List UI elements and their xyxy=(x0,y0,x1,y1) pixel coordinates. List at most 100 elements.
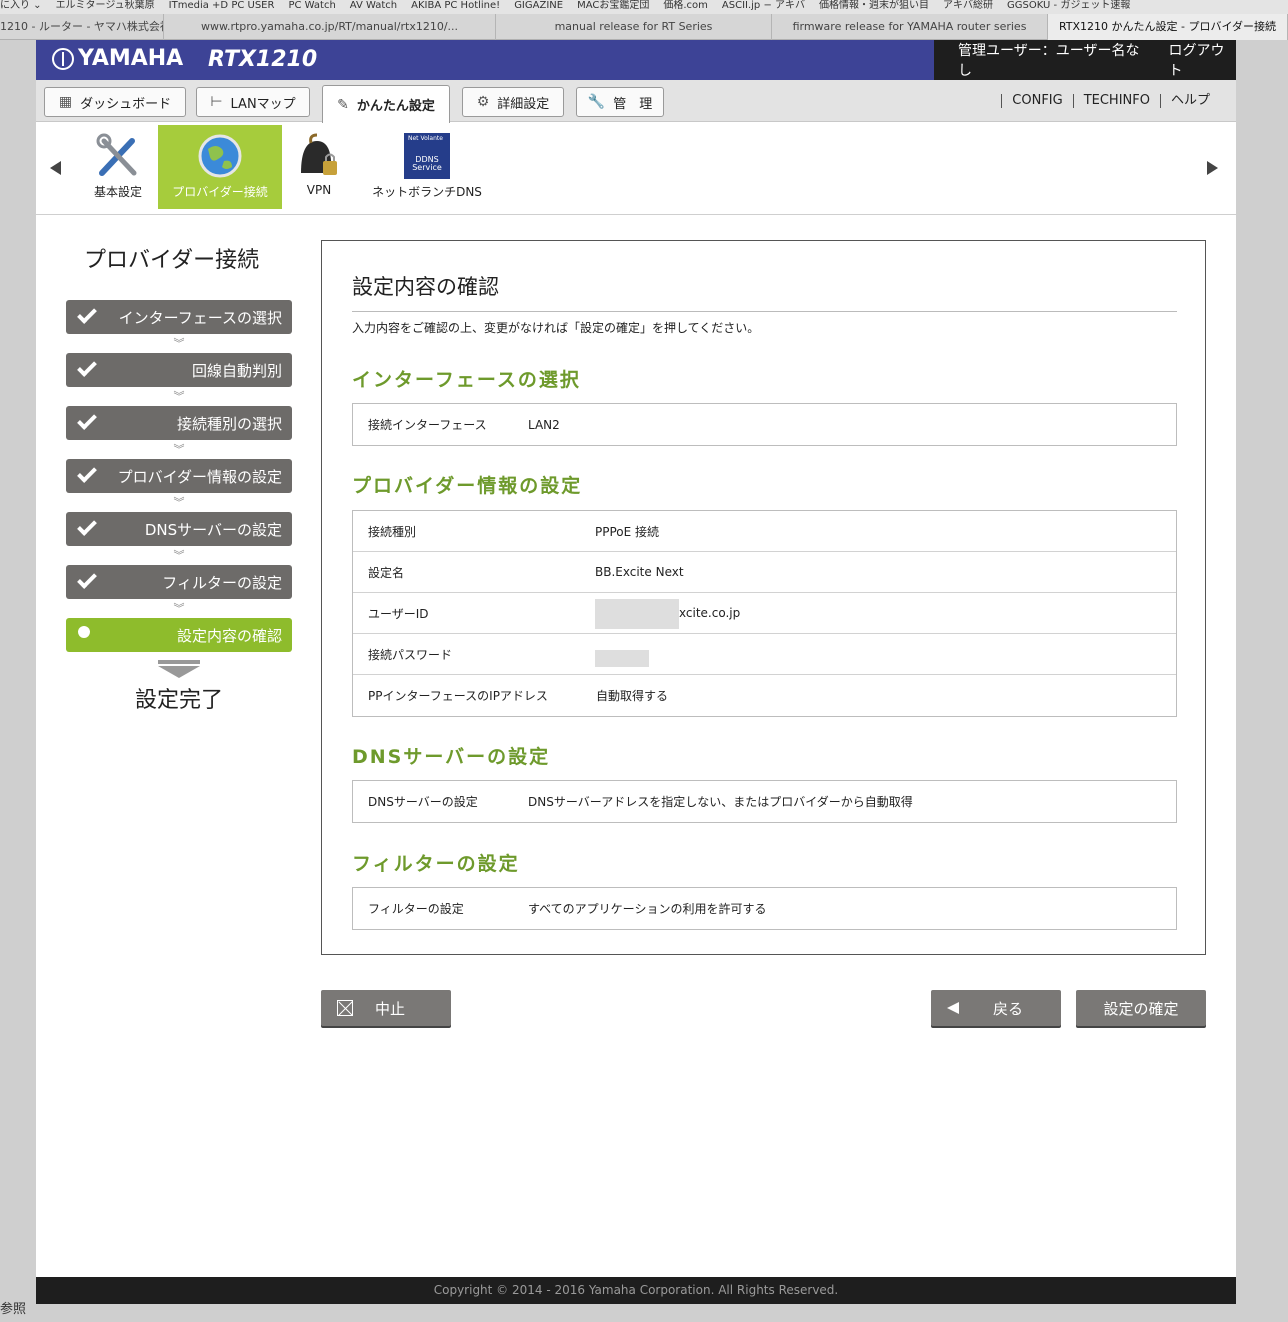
bookmark[interactable]: AV Watch xyxy=(350,0,397,12)
check-icon xyxy=(77,516,97,536)
nav-detail-settings-button[interactable]: ⚙ 詳細設定 xyxy=(462,87,564,117)
wizard-step-current: 設定内容の確認 xyxy=(66,618,292,652)
wizard-icon-bar: 基本設定 プロバイダー接続 VPN Net Volante DDNS Servi… xyxy=(36,123,1236,215)
check-icon xyxy=(77,463,97,483)
check-icon xyxy=(77,410,97,430)
nav-label: ダッシュボード xyxy=(80,96,172,112)
step-label: 設定内容の確認 xyxy=(176,626,282,645)
gear-icon: ⚙ xyxy=(476,94,490,110)
techinfo-link[interactable]: TECHINFO xyxy=(1072,94,1160,108)
step-label: インターフェースの選択 xyxy=(118,308,282,327)
scroll-left-arrow-icon[interactable] xyxy=(50,161,61,175)
bookmark[interactable]: GIGAZINE xyxy=(514,0,563,12)
wizard-label: ネットボランチDNS xyxy=(372,185,482,199)
step-separator-chevron-icon: ︾ xyxy=(173,337,185,350)
config-link[interactable]: CONFIG xyxy=(1001,94,1072,108)
bookmark[interactable]: PC Watch xyxy=(288,0,335,12)
bookmark[interactable]: エルミタージュ秋葉原 xyxy=(56,0,155,12)
check-icon xyxy=(77,357,97,377)
current-user: 管理ユーザー：ユーザー名なし xyxy=(958,43,1140,79)
row-key: 接続インターフェース xyxy=(368,418,487,432)
bookmark[interactable]: 価格情報・週末が狙い目 xyxy=(819,0,929,12)
wizard-step-done: DNSサーバーの設定 xyxy=(66,512,292,546)
vpn-lock-icon xyxy=(295,133,343,179)
wizard-step-done: 接続種別の選択 xyxy=(66,406,292,440)
wizard-final-step: 設定完了 xyxy=(134,688,223,713)
settings-table: 接続種別 PPPoE 接続 設定名 BB.Excite Next ユーザーID … xyxy=(352,510,1177,717)
table-row: 設定名 BB.Excite Next xyxy=(353,552,1176,593)
row-key: PPインターフェースのIPアドレス xyxy=(368,689,548,703)
nav-links: CONFIG TECHINFO ヘルプ xyxy=(1001,94,1220,108)
settings-table: DNSサーバーの設定 DNSサーバーアドレスを指定しない、またはプロバイダーから… xyxy=(352,780,1177,823)
check-icon xyxy=(77,569,97,589)
bookmark[interactable]: 価格.com xyxy=(663,0,708,12)
wizard-provider-connection[interactable]: プロバイダー接続 xyxy=(158,125,282,209)
wizard-steps: インターフェースの選択 ︾ 回線自動判別 ︾ 接続種別の選択 ︾ プロバイダー情… xyxy=(66,300,292,714)
section-heading: フィルターの設定 xyxy=(352,853,520,875)
row-key: 設定名 xyxy=(368,565,405,580)
ddns-icon: Net Volante DDNS Service xyxy=(404,133,450,179)
bookmark[interactable]: に入り ⌄ xyxy=(0,0,42,12)
wizard-step-done: フィルターの設定 xyxy=(66,565,292,599)
step-label: 接続種別の選択 xyxy=(176,414,282,433)
scroll-right-arrow-icon[interactable] xyxy=(1207,161,1218,175)
globe-icon xyxy=(196,133,244,179)
row-value: BB.Excite Next xyxy=(595,565,684,579)
panel-title: 設定内容の確認 xyxy=(352,271,1177,312)
nav-label: LANマップ xyxy=(230,96,296,112)
wizard-step-done: 回線自動判別 xyxy=(66,353,292,387)
table-row: 接続種別 PPPoE 接続 xyxy=(353,511,1176,552)
step-separator-chevron-icon: ︾ xyxy=(173,602,185,615)
bookmark[interactable]: アキバ総研 xyxy=(943,0,993,12)
bookmarks-bar: に入り ⌄ エルミタージュ秋葉原 ITmedia +D PC USER PC Watc… xyxy=(0,0,1288,14)
bookmark[interactable]: MACお宝鑑定団 xyxy=(577,0,649,12)
browser-tab[interactable]: firmware release for YAMAHA router serie… xyxy=(772,14,1048,40)
nav-label: 管 理 xyxy=(613,96,653,112)
wrench-icon: 🔧 xyxy=(587,94,606,110)
browser-tab[interactable]: manual release for RT Series xyxy=(496,14,772,40)
yamaha-emblem-icon xyxy=(52,47,74,70)
wizard-netvolante-dns[interactable]: Net Volante DDNS Service ネットボランチDNS xyxy=(362,125,492,209)
logout-link[interactable]: ログアウト xyxy=(1169,40,1237,80)
browser-tab[interactable]: 1210 - ルーター - ヤマハ株式会社 xyxy=(0,14,164,40)
row-value: LAN2 xyxy=(528,417,560,432)
wizard-title: プロバイダー接続 xyxy=(84,248,260,273)
row-key: フィルターの設定 xyxy=(368,902,464,916)
app-header: YAMAHA RTX1210 管理ユーザー：ユーザー名なし ログアウト xyxy=(36,40,1236,80)
row-value: すべてのアプリケーションの利用を許可する xyxy=(528,902,767,916)
brand-name: YAMAHA xyxy=(78,46,184,71)
ddns-badge-top: Net Volante xyxy=(408,135,443,142)
confirm-settings-button[interactable]: 設定の確定 xyxy=(1076,990,1206,1026)
wizard-vpn[interactable]: VPN xyxy=(292,125,346,209)
back-arrow-icon xyxy=(947,1002,959,1014)
redacted-block xyxy=(595,650,649,667)
bookmark[interactable]: ASCII.jp − アキバ xyxy=(722,0,805,12)
back-button[interactable]: 戻る xyxy=(931,990,1061,1026)
wizard-basic-settings[interactable]: 基本設定 xyxy=(88,125,148,209)
help-link[interactable]: ヘルプ xyxy=(1159,94,1220,108)
step-separator-chevron-icon: ︾ xyxy=(173,549,185,562)
browser-tab-strip: 1210 - ルーター - ヤマハ株式会社 www.rtpro.yamaha.c… xyxy=(0,14,1288,40)
dashboard-icon: ▦ xyxy=(58,94,73,110)
bookmark[interactable]: GGSOKU - ガジェット速報 xyxy=(1007,0,1130,12)
browser-tab[interactable]: www.rtpro.yamaha.co.jp/RT/manual/rtx1210… xyxy=(164,14,496,40)
nav-label: 詳細設定 xyxy=(497,96,550,112)
router-admin-app: YAMAHA RTX1210 管理ユーザー：ユーザー名なし ログアウト ▦ ダッ… xyxy=(36,40,1236,1304)
browser-tab-active[interactable]: RTX1210 かんたん設定 - プロバイダー接続 xyxy=(1048,14,1288,40)
cancel-button[interactable]: 中止 xyxy=(321,990,451,1026)
main-nav: ▦ ダッシュボード ⊢ LANマップ ✎ かんたん設定 ⚙ 詳細設定 🔧 管 理… xyxy=(36,80,1236,123)
copyright-footer: Copyright © 2014 - 2016 Yamaha Corporati… xyxy=(36,1277,1236,1304)
bookmark[interactable]: ITmedia +D PC USER xyxy=(169,0,275,12)
button-label: 設定の確定 xyxy=(1103,999,1179,1018)
row-key: 接続パスワード xyxy=(368,647,453,662)
settings-table: フィルターの設定 すべてのアプリケーションの利用を許可する xyxy=(352,887,1177,930)
bookmark[interactable]: AKIBA PC Hotline! xyxy=(411,0,500,12)
button-label: 中止 xyxy=(375,999,406,1018)
nav-lanmap-button[interactable]: ⊢ LANマップ xyxy=(196,87,310,117)
nav-admin-button[interactable]: 🔧 管 理 xyxy=(576,87,664,117)
nav-dashboard-button[interactable]: ▦ ダッシュボード xyxy=(44,87,186,117)
down-arrow-icon xyxy=(158,660,200,678)
model-name: RTX1210 xyxy=(208,47,318,72)
close-box-icon xyxy=(337,1000,353,1016)
nav-easy-setup-button[interactable]: ✎ かんたん設定 xyxy=(322,85,450,123)
